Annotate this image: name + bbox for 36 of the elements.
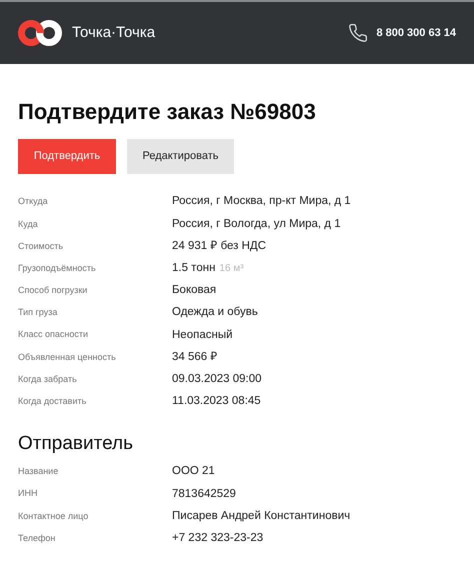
field-label: Объявленная ценность	[18, 350, 117, 364]
phone-number[interactable]: 8 800 300 63 14	[376, 24, 456, 42]
logo-text: Точка·Точка	[72, 22, 156, 43]
edit-button[interactable]: Редактировать	[127, 139, 234, 174]
field-value: 09.03.2023 09:00	[172, 372, 262, 387]
confirm-button[interactable]: Подтвердить	[18, 139, 116, 174]
field-value: Россия, г Вологда, ул Мира, д 1	[172, 216, 341, 232]
field-value: Неопасный	[172, 328, 233, 343]
field-label: Тип груза	[18, 306, 58, 320]
field-value: ООО 21	[172, 464, 215, 480]
field-value: Боковая	[172, 283, 216, 298]
field-value: 24 931 ₽ без НДС	[172, 238, 266, 254]
field-label: Когда доставить	[18, 395, 88, 408]
field-label: Название	[18, 465, 60, 478]
field-label: Грузоподъёмность	[18, 262, 97, 275]
field-label: ИНН	[18, 487, 38, 500]
logo-icon	[18, 20, 63, 46]
field-value: 34 566 ₽	[172, 350, 218, 365]
field-label: Куда	[18, 218, 39, 231]
field-label: Когда забрать	[18, 372, 78, 386]
field-value: 1.5 тонн 16 м³	[172, 261, 244, 276]
page-title: Подтвердите заказ №69803	[18, 98, 317, 126]
field-label: Способ погрузки	[18, 284, 88, 298]
field-value: 7813642529	[172, 486, 236, 502]
field-value: 11.03.2023 08:45	[172, 394, 261, 410]
phone-icon	[348, 23, 368, 43]
field-value: Одежда и обувь	[172, 305, 258, 320]
field-label: Класс опасности	[18, 328, 90, 342]
field-value: Россия, г Москва, пр-кт Мира, д 1	[172, 194, 351, 210]
section-title: Отправитель	[18, 432, 134, 456]
field-label: Откуда	[18, 195, 49, 208]
field-label: Стоимость	[18, 240, 64, 253]
field-label: Контактное лицо	[18, 510, 90, 523]
field-label: Телефон	[18, 532, 56, 545]
field-value: +7 232 323-23-23	[172, 530, 264, 546]
field-value: Писарев Андрей Константинович	[172, 508, 350, 524]
